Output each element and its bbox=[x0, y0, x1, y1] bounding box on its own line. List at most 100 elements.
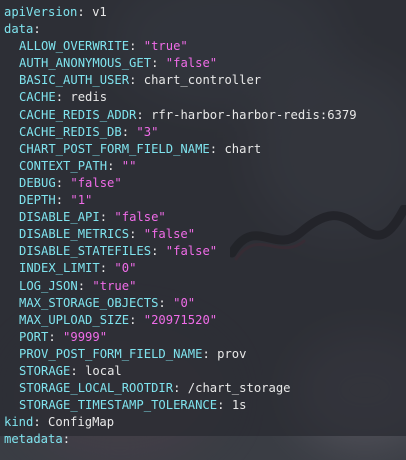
yaml-key: AUTH_ANONYMOUS_GET bbox=[19, 56, 152, 71]
yaml-entry-line: MAX_UPLOAD_SIZE: "20971520" bbox=[4, 312, 406, 329]
yaml-colon: : bbox=[121, 124, 137, 139]
yaml-value: "20971520" bbox=[143, 312, 218, 327]
yaml-entry-line: PROV_POST_FORM_FIELD_NAME: prov bbox=[4, 346, 406, 363]
yaml-entry-line: STORAGE: local bbox=[4, 363, 406, 380]
yaml-entry-line: CACHE_REDIS_DB: "3" bbox=[4, 124, 406, 141]
yaml-colon: : bbox=[33, 415, 49, 430]
yaml-line-api-version: apiVersion: v1 bbox=[4, 4, 406, 21]
yaml-key: LOG_JSON bbox=[19, 278, 78, 293]
yaml-key: CONTEXT_PATH bbox=[19, 158, 108, 173]
yaml-key: apiVersion bbox=[4, 5, 78, 19]
yaml-value: "0" bbox=[114, 261, 137, 276]
yaml-colon: : bbox=[129, 39, 144, 54]
yaml-entry-line: DISABLE_METRICS: "false" bbox=[4, 226, 406, 243]
yaml-value: "false" bbox=[114, 210, 166, 225]
yaml-colon: : bbox=[151, 244, 166, 259]
yaml-key: DEBUG bbox=[19, 175, 56, 190]
yaml-key: ALLOW_OVERWRITE bbox=[19, 39, 130, 54]
yaml-key: CACHE_REDIS_ADDR bbox=[19, 107, 137, 122]
yaml-value: /chart_storage bbox=[187, 381, 291, 396]
yaml-value: chart_controller bbox=[143, 73, 262, 88]
yaml-key: CHART_POST_FORM_FIELD_NAME bbox=[19, 141, 210, 156]
yaml-key: DISABLE_METRICS bbox=[19, 227, 130, 242]
yaml-key: MAX_UPLOAD_SIZE bbox=[19, 312, 130, 327]
yaml-value: "true" bbox=[143, 39, 188, 54]
yaml-line-kind: kind: ConfigMap bbox=[4, 414, 406, 431]
yaml-line-metadata: metadata: bbox=[4, 431, 406, 448]
yaml-entry-line: DEBUG: "false" bbox=[4, 175, 406, 192]
yaml-colon: : bbox=[55, 90, 71, 105]
yaml-key: DISABLE_STATEFILES bbox=[19, 244, 152, 259]
yaml-value: "" bbox=[121, 158, 137, 173]
yaml-value: 1s bbox=[231, 398, 247, 413]
yaml-entry-line: STORAGE_LOCAL_ROOTDIR: /chart_storage bbox=[4, 380, 406, 397]
yaml-key: MAX_STORAGE_OBJECTS bbox=[19, 295, 159, 310]
terminal-output[interactable]: apiVersion: v1 data: ALLOW_OVERWRITE: "t… bbox=[0, 0, 406, 446]
yaml-key: STORAGE_TIMESTAMP_TOLERANCE bbox=[19, 398, 218, 413]
yaml-value: "0" bbox=[173, 295, 196, 310]
yaml-data-entries: ALLOW_OVERWRITE: "true" AUTH_ANONYMOUS_GE… bbox=[4, 38, 406, 414]
yaml-entry-line: ALLOW_OVERWRITE: "true" bbox=[4, 38, 406, 55]
yaml-colon: : bbox=[129, 312, 144, 327]
yaml-colon: : bbox=[209, 141, 225, 156]
yaml-entry-line: MAX_STORAGE_OBJECTS: "0" bbox=[4, 295, 406, 312]
yaml-key: metadata bbox=[4, 432, 63, 447]
yaml-key: kind bbox=[4, 415, 34, 430]
yaml-entry-line: CACHE_REDIS_ADDR: rfr-harbor-harbor-redi… bbox=[4, 107, 406, 124]
yaml-key: CACHE_REDIS_DB bbox=[19, 124, 122, 139]
yaml-value: local bbox=[85, 363, 122, 378]
yaml-colon: : bbox=[202, 346, 218, 361]
yaml-entry-line: INDEX_LIMIT: "0" bbox=[4, 260, 406, 277]
yaml-line-data: data: bbox=[4, 21, 406, 38]
yaml-colon: : bbox=[107, 158, 122, 173]
yaml-value: "false" bbox=[165, 56, 218, 71]
yaml-entry-line: LOG_JSON: "true" bbox=[4, 278, 406, 295]
yaml-key: PROV_POST_FORM_FIELD_NAME bbox=[19, 346, 203, 361]
yaml-key: DISABLE_API bbox=[19, 210, 100, 225]
yaml-colon: : bbox=[173, 381, 188, 396]
yaml-colon: : bbox=[129, 73, 144, 88]
yaml-value: v1 bbox=[92, 5, 107, 19]
yaml-key: PORT bbox=[19, 329, 49, 344]
yaml-entry-line: PORT: "9999" bbox=[4, 329, 406, 346]
yaml-value: ConfigMap bbox=[48, 415, 115, 430]
yaml-key: INDEX_LIMIT bbox=[19, 261, 100, 276]
yaml-key: DEPTH bbox=[19, 193, 56, 208]
yaml-value: "false" bbox=[143, 227, 196, 242]
yaml-entry-line: DEPTH: "1" bbox=[4, 192, 406, 209]
yaml-value: "false" bbox=[165, 244, 218, 259]
yaml-colon: : bbox=[62, 432, 71, 447]
yaml-colon: : bbox=[55, 175, 71, 190]
yaml-entry-line: CACHE: redis bbox=[4, 89, 406, 106]
yaml-colon: : bbox=[77, 278, 93, 293]
yaml-key: STORAGE bbox=[19, 363, 71, 378]
yaml-key: BASIC_AUTH_USER bbox=[19, 73, 130, 88]
yaml-entry-line: BASIC_AUTH_USER: chart_controller bbox=[4, 72, 406, 89]
yaml-value: "9999" bbox=[63, 329, 108, 344]
yaml-colon: : bbox=[151, 56, 166, 71]
yaml-colon: : bbox=[99, 261, 115, 276]
yaml-colon: : bbox=[129, 227, 144, 242]
yaml-value: chart bbox=[224, 141, 262, 156]
yaml-entry-line: STORAGE_TIMESTAMP_TOLERANCE: 1s bbox=[4, 397, 406, 414]
yaml-colon: : bbox=[48, 329, 64, 344]
yaml-key: STORAGE_LOCAL_ROOTDIR bbox=[19, 381, 174, 396]
yaml-colon: : bbox=[70, 363, 86, 378]
yaml-value: redis bbox=[70, 90, 108, 105]
yaml-entry-line: CHART_POST_FORM_FIELD_NAME: chart bbox=[4, 141, 406, 158]
yaml-value: "false" bbox=[70, 175, 122, 190]
yaml-value: "true" bbox=[92, 278, 137, 293]
yaml-value: "3" bbox=[136, 124, 159, 139]
yaml-colon: : bbox=[33, 22, 41, 37]
yaml-entry-line: CONTEXT_PATH: "" bbox=[4, 158, 406, 175]
yaml-key: data bbox=[4, 22, 34, 37]
yaml-colon: : bbox=[217, 398, 232, 413]
yaml-colon: : bbox=[55, 193, 71, 208]
yaml-value: "1" bbox=[70, 193, 93, 208]
yaml-value: prov bbox=[217, 346, 247, 361]
yaml-key: CACHE bbox=[19, 90, 56, 105]
yaml-colon: : bbox=[136, 107, 152, 122]
yaml-value: rfr-harbor-harbor-redis:6379 bbox=[151, 107, 357, 122]
yaml-entry-line: DISABLE_STATEFILES: "false" bbox=[4, 243, 406, 260]
yaml-colon: : bbox=[99, 210, 115, 225]
